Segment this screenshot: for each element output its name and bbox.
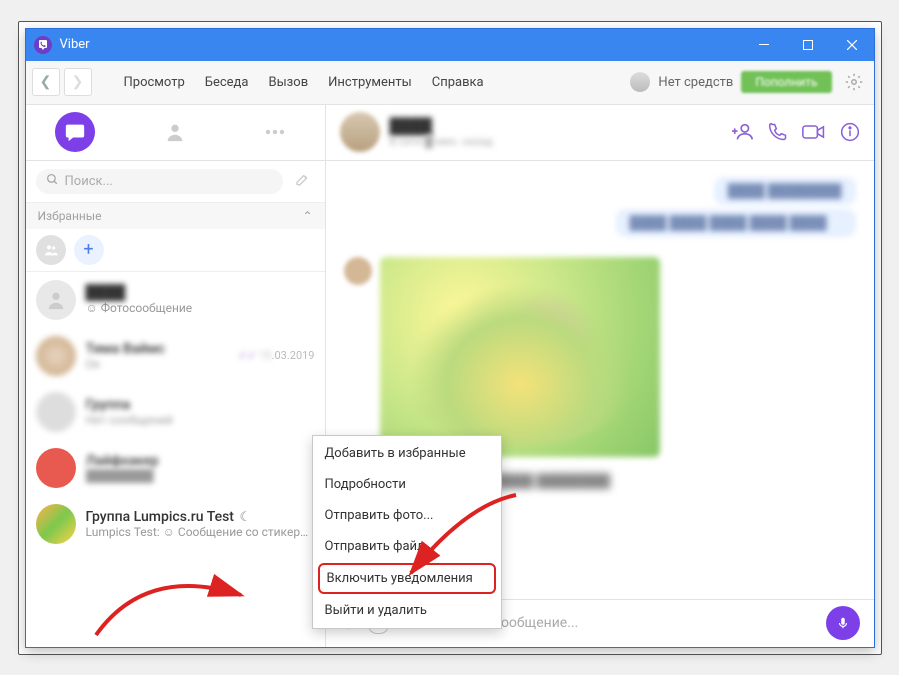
ctx-details[interactable]: Подробности [313, 469, 501, 500]
chat-item[interactable]: Тима Ваймс Ок ✓✓ 15.03.2019 [26, 328, 325, 384]
group-icon[interactable] [36, 235, 66, 265]
chat-name: Группа Lumpics.ru Test ☾ [86, 509, 315, 525]
video-call-icon[interactable] [802, 121, 826, 143]
tab-contacts[interactable] [155, 112, 195, 152]
sender-avatar [344, 257, 372, 285]
search-row: Поиск... [26, 161, 325, 203]
chat-item[interactable]: Лайфхакер ████████ [26, 440, 325, 496]
voice-message-button[interactable] [826, 606, 860, 640]
favorites-label: Избранные [38, 209, 102, 223]
ctx-send-photo[interactable]: Отправить фото... [313, 500, 501, 531]
menu-chat[interactable]: Беседа [195, 69, 259, 96]
menu-tools[interactable]: Инструменты [318, 69, 422, 96]
muted-icon: ☾ [239, 510, 251, 525]
close-button[interactable] [830, 29, 874, 61]
app-window: Viber ❮ ❯ Просмотр Беседа Вызов Инструме… [25, 28, 875, 648]
minimize-button[interactable] [742, 29, 786, 61]
chat-item[interactable]: Группа Нет сообщений [26, 384, 325, 440]
chat-name: Лайфхакер [86, 453, 315, 469]
chat-preview: Нет сообщений [86, 413, 315, 427]
avatar [36, 448, 76, 488]
message-bubble: ████ ████ ████ ████ ████ [616, 209, 856, 237]
compose-button[interactable] [291, 169, 315, 193]
chat-preview: Lumpics Test: ☺ Сообщение со стикером [86, 525, 315, 539]
topup-button[interactable]: Пополнить [741, 71, 831, 93]
balance-label: Нет средств [658, 75, 733, 90]
tab-more[interactable] [255, 112, 295, 152]
favorites-header[interactable]: Избранные ⌃ [26, 203, 325, 229]
menubar: ❮ ❯ Просмотр Беседа Вызов Инструменты Сп… [26, 61, 874, 105]
favorites-row: + [26, 229, 325, 272]
ctx-add-favorites[interactable]: Добавить в избранные [313, 438, 501, 469]
maximize-button[interactable] [786, 29, 830, 61]
account-avatar-icon[interactable] [630, 72, 650, 92]
content-area: Поиск... Избранные ⌃ + [26, 105, 874, 647]
chat-name: Группа [86, 397, 315, 413]
context-menu: Добавить в избранные Подробности Отправи… [312, 435, 502, 629]
menu-call[interactable]: Вызов [258, 69, 318, 96]
sidebar: Поиск... Избранные ⌃ + [26, 105, 326, 647]
chat-header-name: ████ [390, 117, 493, 135]
viber-logo-icon [34, 36, 52, 54]
chat-header-status: В сети █ мин. назад [390, 135, 493, 148]
nav-back-button[interactable]: ❮ [32, 68, 60, 96]
chat-preview: Ок [86, 357, 229, 371]
ctx-enable-notifications[interactable]: Включить уведомления [318, 563, 496, 594]
search-icon [46, 173, 59, 190]
app-title: Viber [60, 37, 90, 52]
chat-name: ████ [86, 284, 315, 301]
nav-forward-button[interactable]: ❯ [64, 68, 92, 96]
info-icon[interactable] [840, 121, 860, 143]
chat-list[interactable]: ████ ☺ Фотосообщение Тима Ваймс Ок ✓✓ 15… [26, 272, 325, 647]
menu-help[interactable]: Справка [422, 69, 494, 96]
message-bubble: ████ ████████ [714, 177, 856, 205]
chevron-up-icon: ⌃ [302, 209, 312, 223]
add-favorite-button[interactable]: + [74, 235, 104, 265]
titlebar: Viber [26, 29, 874, 61]
ctx-leave-delete[interactable]: Выйти и удалить [313, 595, 501, 626]
search-placeholder: Поиск... [65, 174, 113, 189]
menu-view[interactable]: Просмотр [114, 69, 195, 96]
search-input[interactable]: Поиск... [36, 169, 283, 194]
incoming-message [344, 257, 856, 457]
chat-date: ✓✓ 15.03.2019 [238, 349, 314, 362]
chat-preview: ████████ [86, 469, 315, 483]
add-contact-icon[interactable] [732, 121, 754, 143]
avatar [36, 392, 76, 432]
title-extra-blurred [94, 37, 133, 52]
tab-chats[interactable] [55, 112, 95, 152]
avatar [36, 504, 76, 544]
settings-gear-icon[interactable] [840, 68, 868, 96]
chat-header: ████ В сети █ мин. назад [326, 105, 874, 161]
avatar [36, 280, 76, 320]
voice-call-icon[interactable] [768, 121, 788, 143]
chat-header-avatar[interactable] [340, 112, 380, 152]
chat-item[interactable]: ████ ☺ Фотосообщение [26, 272, 325, 328]
chat-name: Тима Ваймс [86, 341, 229, 357]
chat-preview: ☺ Фотосообщение [86, 301, 315, 315]
sticker-image [380, 257, 660, 457]
avatar [36, 336, 76, 376]
sidebar-tabs [26, 105, 325, 161]
ctx-send-file[interactable]: Отправить файл... [313, 531, 501, 562]
chat-item-lumpics[interactable]: Группа Lumpics.ru Test ☾ Lumpics Test: ☺… [26, 496, 325, 552]
